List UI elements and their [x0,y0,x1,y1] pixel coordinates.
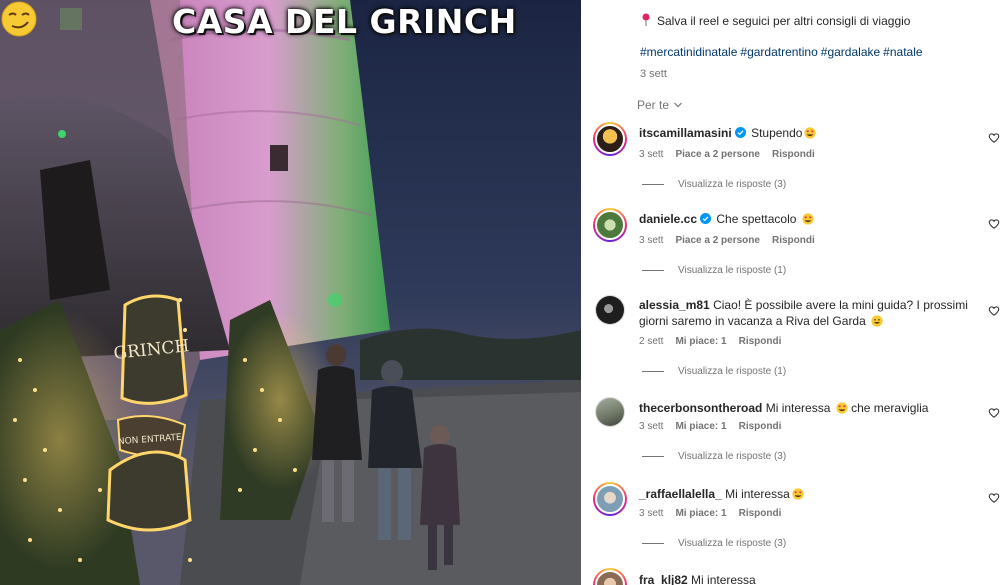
verified-badge-icon [700,213,712,224]
comment-text: Che spettacolo [716,212,797,226]
heart-eyes-emoji-icon [792,488,804,500]
caption-timestamp: 3 sett [640,68,667,80]
view-replies-button[interactable]: Visualizza le risposte (3) [642,451,786,462]
reply-button[interactable]: Rispondi [739,336,782,347]
reel-scene: GRINCH NON ENTRATE [0,0,581,585]
reply-button[interactable]: Rispondi [739,508,782,519]
comment-text: Mi interessa [691,573,756,585]
heart-like-icon[interactable] [988,132,1000,144]
comment-text-continued: che meraviglia [851,401,929,415]
heart-like-icon[interactable] [988,218,1000,230]
heart-eyes-emoji-icon [836,402,848,414]
chevron-down-icon [674,102,682,108]
pushpin-icon [642,13,650,26]
comment-text: Stupendo [751,126,803,140]
comment-likes-link[interactable]: Piace a 2 persone [675,235,760,246]
reply-button[interactable]: Rispondi [739,421,782,432]
view-replies-label: Visualizza le risposte (3) [678,538,787,549]
comment-username[interactable]: itscamillamasini [639,126,732,140]
comment-timestamp: 3 sett [639,421,664,432]
smirking-face-emoji-icon [1,1,37,37]
replies-divider [642,184,664,185]
avatar[interactable] [593,122,627,156]
heart-eyes-emoji-icon [802,213,814,225]
replies-divider [642,456,664,457]
hashtag-link[interactable]: #mercatinidinatale [640,45,737,59]
avatar[interactable] [593,208,627,242]
view-replies-button[interactable]: Visualizza le risposte (3) [642,179,786,190]
comment-username[interactable]: _raffaellalella_ [639,487,722,501]
reel-video[interactable]: GRINCH NON ENTRATE CASA DEL GRINCH [0,0,581,585]
comment-likes-link[interactable]: Mi piace: 1 [675,336,726,347]
reply-button[interactable]: Rispondi [772,235,815,246]
caption-hashtags: #mercatinidinatale #gardatrentino #gardala… [640,44,926,60]
hashtag-link[interactable]: #natale [883,45,922,59]
replies-divider [642,543,664,544]
hashtag-link[interactable]: #gardatrentino [740,45,817,59]
avatar[interactable] [595,397,625,427]
caption-text: Salva il reel e seguici per altri consig… [657,14,911,28]
verified-badge-icon [734,127,746,138]
comment-likes-link[interactable]: Mi piace: 1 [675,421,726,432]
heart-like-icon[interactable] [988,492,1000,504]
comment-likes-link[interactable]: Piace a 2 persone [675,149,760,160]
view-replies-label: Visualizza le risposte (1) [678,265,787,276]
comment-username[interactable]: thecerbonsontheroad [639,401,762,415]
comment-timestamp: 3 sett [639,235,664,246]
view-replies-label: Visualizza le risposte (3) [678,451,787,462]
avatar[interactable] [593,568,627,585]
comment-likes-link[interactable]: Mi piace: 1 [675,508,726,519]
reel-overlay-title: CASA DEL GRINCH [172,2,517,41]
comment-timestamp: 2 sett [639,336,664,347]
comment-username[interactable]: fra_klj82 [639,573,688,585]
avatar[interactable] [595,295,625,325]
replies-divider [642,371,664,372]
replies-divider [642,270,664,271]
avatar[interactable] [593,482,627,516]
comment-timestamp: 3 sett [639,149,664,160]
heart-eyes-emoji-icon [804,127,817,139]
view-replies-button[interactable]: Visualizza le risposte (3) [642,538,786,549]
comments-panel: Salva il reel e seguici per altri consig… [581,0,1002,585]
grinning-face-emoji-icon [871,315,883,327]
comment-username[interactable]: alessia_m81 [639,298,710,312]
heart-like-icon[interactable] [988,305,1000,317]
comment-username[interactable]: daniele.cc [639,212,697,226]
comment-text: Mi interessa [765,401,831,415]
view-replies-button[interactable]: Visualizza le risposte (1) [642,366,786,377]
sort-label: Per te [637,98,670,112]
view-replies-label: Visualizza le risposte (1) [678,366,787,377]
view-replies-button[interactable]: Visualizza le risposte (1) [642,265,786,276]
reply-button[interactable]: Rispondi [772,149,815,160]
view-replies-label: Visualizza le risposte (3) [678,179,787,190]
heart-like-icon[interactable] [988,407,1000,419]
comment-text: Mi interessa [725,487,790,501]
comment-timestamp: 3 sett [639,508,664,519]
hashtag-link[interactable]: #gardalake [821,45,880,59]
comment-sort-dropdown[interactable]: Per te [637,98,683,112]
